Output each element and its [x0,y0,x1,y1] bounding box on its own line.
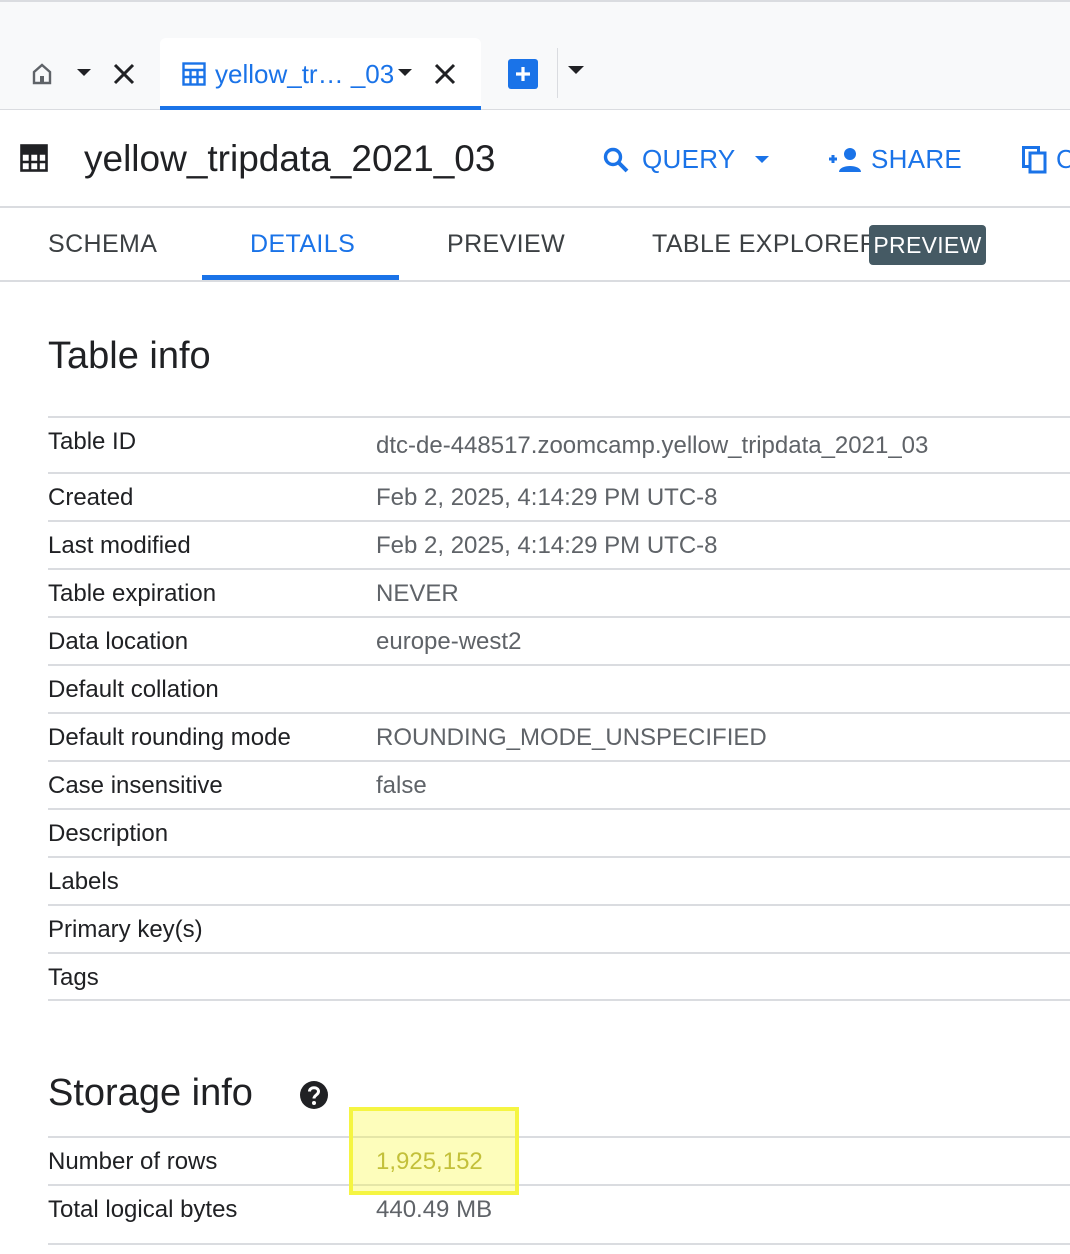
divider [48,999,1070,1001]
info-row-key: Total logical bytes [48,1196,238,1223]
copy-label-cropped: C [1056,144,1070,174]
info-row-value: false [376,772,427,799]
close-icon[interactable] [113,63,135,85]
copy-icon [1022,145,1048,174]
info-row: Case insensitive false [48,760,1070,808]
info-row: Description [48,808,1070,856]
tab-preview[interactable]: PREVIEW [447,230,565,259]
chevron-down-icon[interactable] [566,64,586,76]
info-row-key: Last modified [48,532,191,559]
active-tab-indicator [202,275,399,280]
chevron-down-icon[interactable] [397,68,413,78]
preview-badge: PREVIEW [869,225,986,265]
info-row-value: Feb 2, 2025, 4:14:29 PM UTC-8 [376,484,718,511]
info-row-key: Data location [48,628,189,655]
info-row-key: Primary key(s) [48,916,203,943]
info-row: Number of rows 1,925,152 [48,1136,1070,1184]
add-tab-button[interactable] [508,59,538,89]
info-row-key: Tags [48,964,99,991]
tab-schema[interactable]: SCHEMA [48,230,157,259]
info-row: Data location europe-west2 [48,616,1070,664]
info-row-value: 440.49 MB [376,1196,493,1223]
info-row-value: ROUNDING_MODE_UNSPECIFIED [376,724,767,751]
copy-button[interactable]: C [1022,144,1070,175]
info-row-key: Default rounding mode [48,724,291,751]
table-icon [182,62,206,86]
info-row: Created Feb 2, 2025, 4:14:29 PM UTC-8 [48,472,1070,520]
info-row-key: Created [48,484,134,511]
divider [48,1243,1070,1245]
info-row-value: Feb 2, 2025, 4:14:29 PM UTC-8 [376,532,718,559]
info-row: Table expiration NEVER [48,568,1070,616]
page-title: yellow_tripdata_2021_03 [84,138,496,179]
plus-icon [516,67,530,81]
person-add-icon [829,147,863,173]
tab-table-yellow-tripdata[interactable]: yellow_tr… _03 [160,38,481,110]
info-row-value[interactable]: dtc-de-448517.zoomcamp.yellow_tripdata_2… [376,432,928,460]
home-icon [30,62,54,86]
info-row-key: Labels [48,868,119,895]
share-button[interactable]: SHARE [829,144,962,175]
tab-strip: yellow_tr… _03 [0,0,1070,110]
info-row: Table ID dtc-de-448517.zoomcamp.yellow_tr… [48,416,1070,472]
info-row: Default collation [48,664,1070,712]
divider [557,48,558,98]
info-row-key: Case insensitive [48,772,223,799]
table-icon [20,144,48,172]
info-row-key: Default collation [48,676,219,703]
info-row: Primary key(s) [48,904,1070,952]
info-row-key: Table expiration [48,580,217,607]
info-row-value: europe-west2 [376,628,522,655]
info-row: Last modified Feb 2, 2025, 4:14:29 PM UTC… [48,520,1070,568]
close-icon[interactable] [434,63,456,85]
active-tab-label: yellow_tr… _03 [215,59,395,89]
query-button[interactable]: QUERY [602,144,770,175]
info-row-key: Description [48,820,169,847]
search-icon [602,146,630,174]
query-label: QUERY [642,144,736,174]
tab-home[interactable] [0,38,160,110]
help-icon[interactable] [299,1080,329,1110]
info-row-key: Number of rows [48,1148,218,1175]
storage-info-title: Storage info [48,1072,253,1114]
info-row: Default rounding mode ROUNDING_MODE_UNSPE… [48,712,1070,760]
table-info-title: Table info [48,335,211,377]
chevron-down-icon[interactable] [76,68,92,78]
info-row-value: NEVER [376,580,459,607]
share-label: SHARE [871,144,963,174]
page-header: yellow_tripdata_2021_03 QUERY SHARE C [0,110,1070,208]
row-count-highlight [349,1107,519,1195]
info-row: Total logical bytes 440.49 MB [48,1184,1070,1232]
info-row: Tags [48,952,1070,1000]
tab-details[interactable]: DETAILS [250,230,355,259]
tab-table-explorer[interactable]: TABLE EXPLORER [652,230,878,259]
info-row: Labels [48,856,1070,904]
chevron-down-icon [754,155,770,165]
info-row-key: Table ID [48,428,137,455]
